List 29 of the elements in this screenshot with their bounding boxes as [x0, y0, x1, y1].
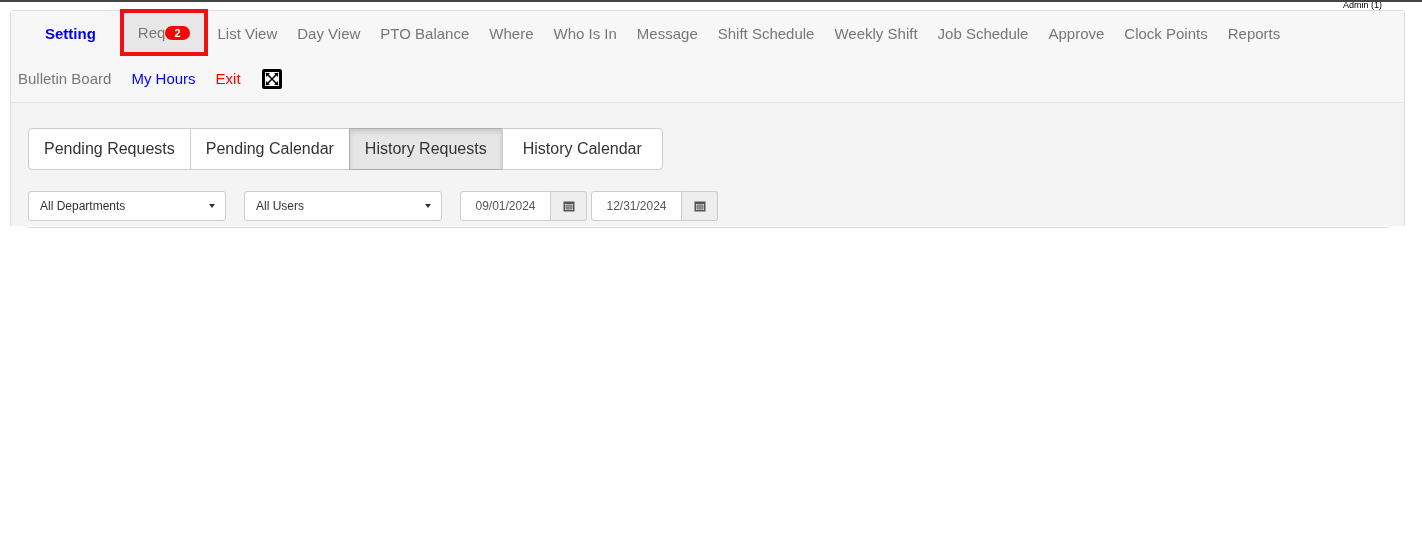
- calendar-icon[interactable]: [682, 191, 718, 221]
- tab[interactable]: Pending Calendar: [189, 128, 350, 170]
- nav-link[interactable]: Job Schedule: [927, 11, 1039, 56]
- calendar-icon[interactable]: [551, 191, 587, 221]
- nav-link[interactable]: My Hours: [121, 56, 206, 101]
- nav-link[interactable]: List View: [207, 11, 288, 56]
- nav-link[interactable]: Reports: [1217, 11, 1291, 56]
- count-badge: 2: [165, 25, 190, 40]
- user-dropdown[interactable]: All Users: [244, 191, 442, 221]
- nav-link[interactable]: Weekly Shift: [824, 11, 928, 56]
- nav-link[interactable]: Shift Schedule: [707, 11, 825, 56]
- tab[interactable]: History Calendar: [501, 128, 663, 170]
- nav-link[interactable]: Bulletin Board: [11, 56, 122, 101]
- nav-link[interactable]: Setting: [11, 11, 120, 56]
- nav-link[interactable]: Message: [626, 11, 708, 56]
- start-date-field[interactable]: 09/01/2024: [460, 191, 551, 221]
- nav-link[interactable]: Approve: [1038, 11, 1115, 56]
- nav-link[interactable]: Exit: [205, 56, 251, 101]
- nav-link[interactable]: Where: [479, 11, 544, 56]
- department-dropdown[interactable]: All Departments: [28, 191, 226, 221]
- tab[interactable]: History Requests: [348, 128, 503, 170]
- nav-link[interactable]: Req 2: [119, 9, 208, 56]
- user-label: Admin (1): [1343, 2, 1382, 10]
- end-date-field[interactable]: 12/31/2024: [591, 191, 682, 221]
- nav-link[interactable]: Clock Points: [1114, 11, 1218, 56]
- nav-link[interactable]: PTO Balance: [370, 11, 480, 56]
- tab[interactable]: Pending Requests: [28, 128, 191, 170]
- nav-link[interactable]: Who Is In: [543, 11, 627, 56]
- nav-link[interactable]: Day View: [287, 11, 371, 56]
